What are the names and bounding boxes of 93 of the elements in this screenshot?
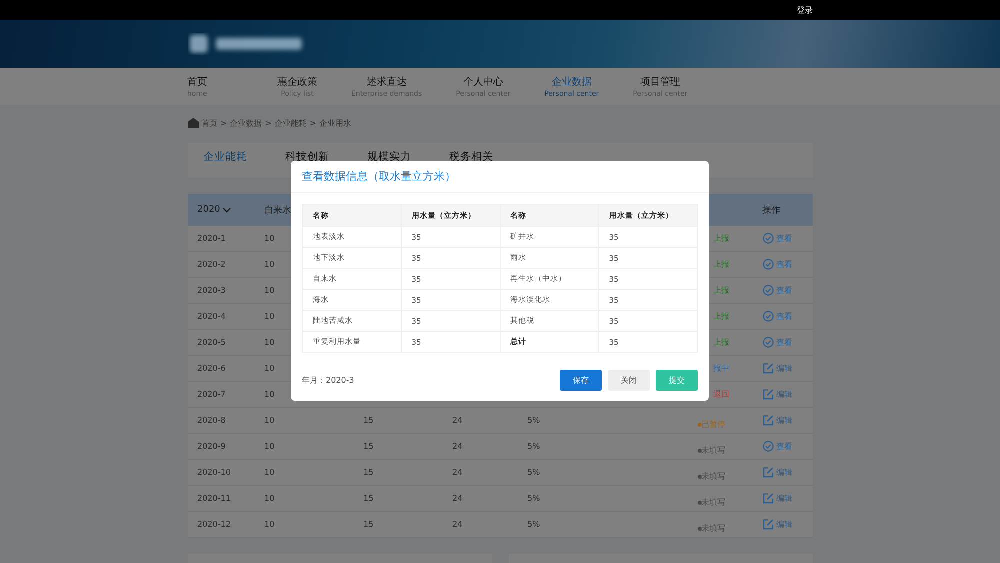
- table-cell: 24: [452, 520, 463, 529]
- breadcrumb-link[interactable]: 企业用水: [320, 118, 352, 128]
- action-link[interactable]: 编辑: [762, 389, 792, 400]
- action-link[interactable]: 编辑: [762, 363, 792, 374]
- status-text: 报中: [714, 363, 730, 374]
- table-cell: 2020-5: [198, 338, 226, 347]
- column-header: 操作: [762, 204, 780, 216]
- status-text: 已暂停: [702, 420, 726, 428]
- column-header: 自来水: [264, 204, 292, 216]
- dialog-title: 查看数据信息（取水量立方米）: [291, 161, 709, 193]
- breadcrumb-separator: >: [220, 118, 228, 128]
- status-text: 上报: [714, 259, 730, 270]
- table-cell: 2020-10: [198, 468, 231, 477]
- check-circle-icon: [762, 233, 774, 244]
- table-cell: 24: [452, 442, 463, 451]
- check-circle-icon: [762, 311, 774, 322]
- tab[interactable]: 科技创新: [286, 151, 330, 163]
- breadcrumb-separator: >: [265, 118, 272, 128]
- edit-icon: [762, 467, 774, 478]
- save-button[interactable]: 保存: [560, 370, 602, 391]
- table-cell: 10: [264, 390, 275, 399]
- action-link[interactable]: 编辑: [762, 467, 792, 478]
- table-cell: 2020-4: [198, 312, 226, 321]
- action-link[interactable]: 编辑: [762, 519, 792, 530]
- table-cell: 2020-9: [198, 442, 226, 451]
- table-cell: 10: [264, 338, 275, 347]
- edit-icon: [762, 363, 774, 374]
- action-link[interactable]: 查看: [762, 337, 792, 348]
- action-link[interactable]: 查看: [762, 233, 792, 244]
- home-icon: [188, 118, 198, 128]
- status-text: 上报: [714, 285, 730, 296]
- table-cell: 2020-6: [198, 364, 226, 373]
- table-cell: 10: [264, 442, 275, 451]
- table-cell: 24: [452, 416, 463, 425]
- table-cell: 2020-1: [198, 234, 226, 243]
- check-circle-icon: [762, 259, 774, 270]
- table-cell: 24: [452, 494, 463, 503]
- action-link[interactable]: 编辑: [762, 415, 792, 426]
- action-link[interactable]: 查看: [762, 441, 792, 452]
- breadcrumb-link[interactable]: 企业数据: [230, 118, 262, 128]
- close-button[interactable]: 关闭: [608, 370, 650, 391]
- status-text: 上报: [714, 337, 730, 348]
- edit-icon: [762, 389, 774, 400]
- table-cell: 15: [364, 494, 374, 503]
- tab[interactable]: 企业能耗: [204, 151, 248, 163]
- table-cell: 2020-12: [198, 520, 231, 529]
- edit-icon: [762, 415, 774, 426]
- tab[interactable]: 税务相关: [450, 151, 494, 163]
- table-cell: 15: [364, 416, 374, 425]
- action-link[interactable]: 查看: [762, 259, 792, 270]
- check-circle-icon: [762, 441, 774, 452]
- status-text: 上报: [714, 233, 730, 244]
- edit-icon: [762, 519, 774, 530]
- table-cell: 15: [364, 520, 374, 529]
- submit-button[interactable]: 提交: [656, 370, 698, 391]
- login-link[interactable]: 登录: [797, 4, 813, 16]
- action-link[interactable]: 查看: [762, 285, 792, 296]
- table-cell: 2020-7: [198, 390, 226, 399]
- table-cell: 5%: [528, 442, 540, 451]
- table-cell: 2020-2: [198, 260, 226, 269]
- action-link[interactable]: 查看: [762, 311, 792, 322]
- check-circle-icon: [762, 285, 774, 296]
- table-cell: 2020-8: [198, 416, 226, 425]
- table-cell: 5%: [528, 468, 540, 477]
- table-cell: 5%: [528, 416, 540, 425]
- edit-icon: [762, 493, 774, 504]
- table-cell: 10: [264, 260, 275, 269]
- check-circle-icon: [762, 337, 774, 348]
- table-cell: 10: [264, 286, 275, 295]
- table-cell: 10: [264, 468, 275, 477]
- period-label: 年月：2020-3: [302, 375, 354, 386]
- table-cell: 2020-3: [198, 286, 226, 295]
- table-cell: 15: [364, 468, 374, 477]
- table-cell: 15: [364, 442, 374, 451]
- chevron-down-icon: [223, 208, 232, 212]
- table-cell: 5%: [528, 520, 540, 529]
- table-cell: 10: [264, 234, 275, 243]
- table-cell: 5%: [528, 494, 540, 503]
- breadcrumb-link[interactable]: 企业能耗: [274, 118, 307, 128]
- tab[interactable]: 规模实力: [368, 151, 412, 163]
- table-cell: 24: [452, 468, 463, 477]
- table-cell: 2020-11: [198, 494, 231, 503]
- breadcrumb-link[interactable]: 首页: [202, 118, 218, 128]
- table-cell: 10: [264, 520, 275, 529]
- status-text: 退回: [714, 389, 730, 400]
- table-cell: 10: [264, 312, 275, 321]
- status-text: 上报: [714, 311, 730, 322]
- table-cell: 10: [264, 364, 275, 373]
- table-cell: 10: [264, 416, 275, 425]
- year-dropdown[interactable]: 2020: [198, 205, 232, 215]
- table-cell: 10: [264, 494, 275, 503]
- action-link[interactable]: 编辑: [762, 493, 792, 504]
- breadcrumb-separator: >: [310, 118, 317, 128]
